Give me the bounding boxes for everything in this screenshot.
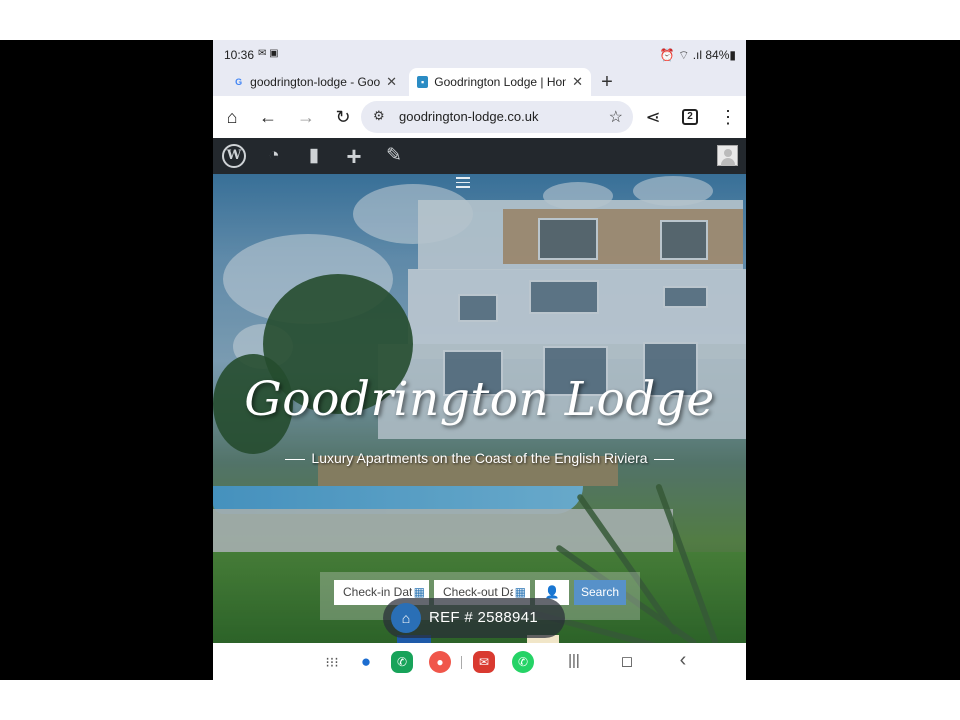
close-tab-icon[interactable]: ✕ <box>572 74 583 90</box>
user-avatar[interactable] <box>717 145 738 166</box>
check-in-placeholder: Check-in Date <box>343 585 420 599</box>
tab-switcher-button[interactable]: 2 <box>682 109 698 125</box>
close-tab-icon[interactable]: ✕ <box>386 74 397 90</box>
more-menu-icon[interactable]: ⋮ <box>716 105 740 129</box>
tab-goodrington-home[interactable]: ▪ Goodrington Lodge | Home ✕ <box>409 68 591 96</box>
site-title: Goodrington Lodge <box>244 372 715 427</box>
recents-button[interactable]: ||| <box>564 652 584 669</box>
reference-number: REF # 2588941 <box>429 609 538 626</box>
search-button[interactable]: Search <box>574 580 626 605</box>
hamburger-menu-icon[interactable] <box>451 174 475 192</box>
tab-google-search[interactable]: G goodrington-lodge - Google ✕ <box>225 68 405 96</box>
site-settings-icon[interactable]: ⚙ <box>373 108 385 124</box>
hero-section: Goodrington Lodge Luxury Apartments on t… <box>213 174 746 643</box>
house-icon: ⌂ <box>391 603 421 633</box>
url-text[interactable]: goodrington-lodge.co.uk <box>399 109 539 124</box>
phone-screen: 10:36 ✉ ▣ ⏰ ⌔ .ıl 84%▮ G goodrington-lod… <box>213 40 746 680</box>
reload-icon[interactable]: ↻ <box>331 105 355 129</box>
share-icon[interactable]: ⋖ <box>641 105 665 129</box>
google-favicon-icon: G <box>235 77 243 87</box>
back-icon[interactable]: ← <box>256 105 280 129</box>
home-button[interactable]: ◻ <box>617 652 637 670</box>
new-tab-button[interactable]: + <box>597 71 617 93</box>
comments-icon[interactable]: ▮ <box>302 144 326 168</box>
address-bar[interactable]: ⚙ goodrington-lodge.co.uk ☆ <box>361 101 633 133</box>
phone-app-icon[interactable]: ✆ <box>391 651 413 673</box>
dock-divider <box>461 656 462 669</box>
whatsapp-app-icon[interactable]: ✆ <box>512 651 534 673</box>
tab-title: Goodrington Lodge | Home <box>434 75 567 89</box>
status-bar: 10:36 ✉ ▣ ⏰ ⌔ .ıl 84%▮ <box>213 40 746 68</box>
back-button[interactable]: ‹ <box>673 649 693 672</box>
reference-watermark: ⌂ REF # 2588941 <box>383 598 565 638</box>
contacts-app-icon[interactable]: ● <box>429 651 451 673</box>
wordpress-logo-icon[interactable]: W <box>222 144 246 168</box>
messages-app-icon[interactable]: ● <box>355 651 377 673</box>
site-favicon-icon: ▪ <box>417 76 429 88</box>
android-nav-bar: ⁝⁝⁝ ● ✆ ● ✉ ✆ ||| ◻ ‹ <box>213 643 746 680</box>
app-drawer-icon[interactable]: ⁝⁝⁝ <box>321 651 343 673</box>
browser-toolbar: ⌂ ← → ↻ ⚙ goodrington-lodge.co.uk ☆ ⋖ 2 … <box>213 96 746 138</box>
add-new-icon[interactable]: + <box>342 143 366 169</box>
dashboard-icon[interactable]: ◔ <box>262 144 286 168</box>
edit-page-icon[interactable]: ✎ <box>382 144 406 168</box>
bookmark-star-icon[interactable]: ☆ <box>609 107 623 127</box>
notification-icons: ✉ ▣ <box>258 48 279 59</box>
home-icon[interactable]: ⌂ <box>220 105 244 129</box>
mail-app-icon[interactable]: ✉ <box>473 651 495 673</box>
forward-icon[interactable]: → <box>294 105 318 129</box>
status-time: 10:36 <box>224 48 255 62</box>
wordpress-admin-bar: W ◔ ▮ + ✎ <box>213 138 746 174</box>
person-icon: 👤 <box>544 585 560 599</box>
tab-strip: G goodrington-lodge - Google ✕ ▪ Goodrin… <box>213 68 746 96</box>
site-tagline: Luxury Apartments on the Coast of the En… <box>213 450 746 466</box>
status-right-indicators: ⏰ ⌔ .ıl 84%▮ <box>659 48 736 62</box>
tab-title: goodrington-lodge - Google <box>250 75 381 89</box>
